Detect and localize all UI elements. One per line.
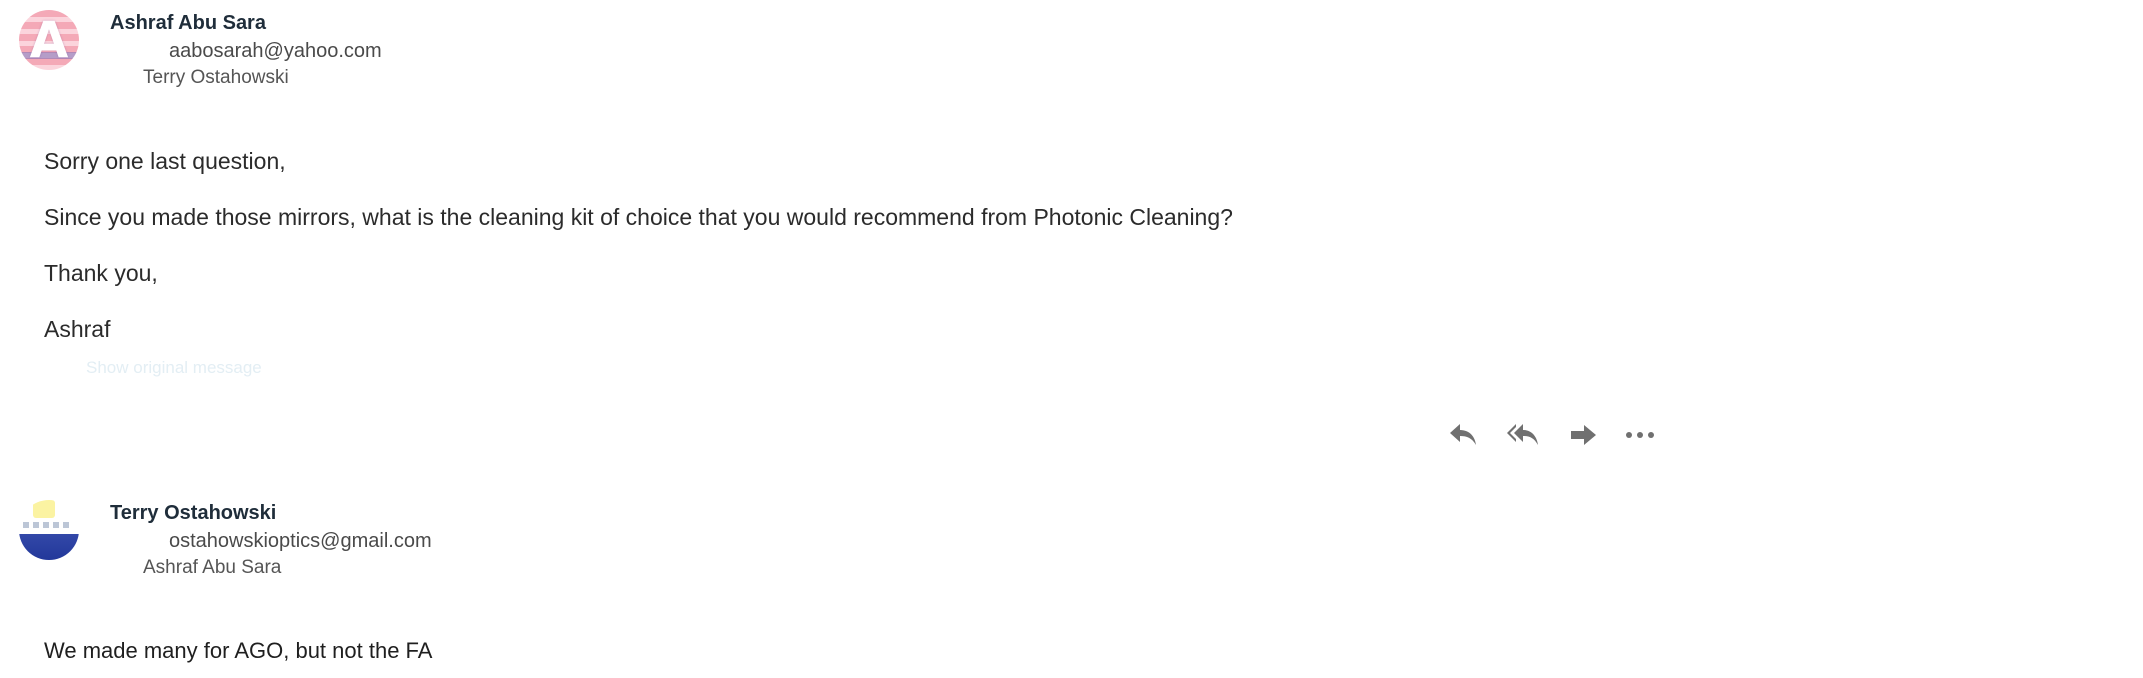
more-options-button[interactable] xyxy=(1620,415,1660,455)
sender-name[interactable]: Ashraf Abu Sara xyxy=(110,12,266,35)
sender-avatar xyxy=(19,500,79,560)
reply-button[interactable] xyxy=(1443,415,1483,455)
message-body-line: Ashraf xyxy=(44,316,111,342)
sender-avatar: A xyxy=(19,10,79,70)
avatar-pattern xyxy=(23,522,73,528)
message-body-line: Sorry one last question, xyxy=(44,148,286,174)
recipient-name[interactable]: Terry Ostahowski xyxy=(143,67,289,89)
forward-icon xyxy=(1571,425,1596,445)
forward-button[interactable] xyxy=(1563,415,1603,455)
reply-all-button[interactable] xyxy=(1503,415,1543,455)
avatar-letter: A xyxy=(29,11,69,69)
sender-email[interactable]: ostahowskioptics@gmail.com xyxy=(169,530,432,553)
sender-name[interactable]: Terry Ostahowski xyxy=(110,502,276,525)
avatar-hat xyxy=(33,500,55,518)
sender-email[interactable]: aabosarah@yahoo.com xyxy=(169,40,382,63)
message-body-line: We made many for AGO, but not the FA xyxy=(44,638,433,663)
recipient-name[interactable]: Ashraf Abu Sara xyxy=(143,557,281,579)
more-icon xyxy=(1626,432,1654,438)
reply-icon xyxy=(1450,424,1476,445)
message-body-line: Since you made those mirrors, what is th… xyxy=(44,204,1233,230)
reply-all-icon xyxy=(1507,424,1538,445)
message-body-line: Thank you, xyxy=(44,260,158,286)
show-original-message-link[interactable]: Show original message xyxy=(86,358,262,378)
